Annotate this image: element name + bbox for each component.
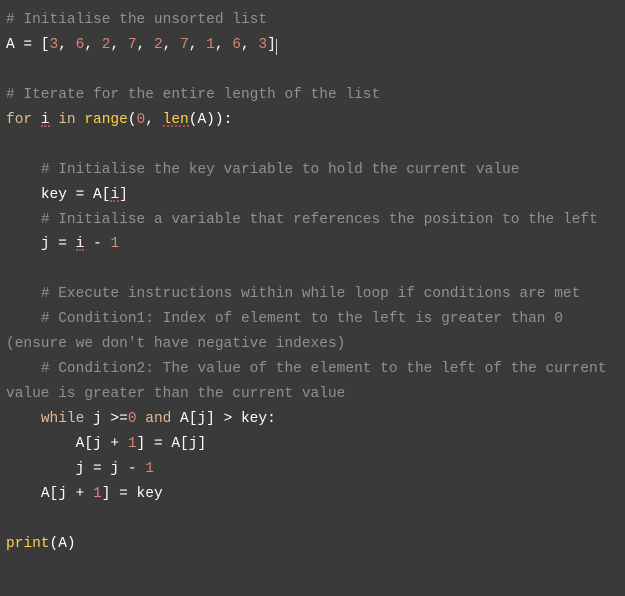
var-i-underlined: i <box>110 187 119 203</box>
code-text: A = [ <box>6 37 50 53</box>
number-literal: 2 <box>154 37 163 53</box>
keyword-while: while <box>41 411 85 427</box>
code-block: # Initialise the unsorted list A = [3, 6… <box>6 8 619 557</box>
builtin-range: range <box>84 112 128 128</box>
code-text: ] <box>119 187 128 203</box>
number-literal: 7 <box>180 37 189 53</box>
keyword-and: and <box>145 411 171 427</box>
code-text <box>137 411 146 427</box>
code-text: A[j + <box>41 486 93 502</box>
number-literal: 0 <box>128 411 137 427</box>
code-text: j = j - <box>76 461 146 477</box>
number-literal: 1 <box>206 37 215 53</box>
number-literal: 1 <box>110 236 119 252</box>
var-i-underlined: i <box>76 236 85 252</box>
number-literal: 1 <box>93 486 102 502</box>
comment-line: # Iterate for the entire length of the l… <box>6 87 380 103</box>
number-literal: 3 <box>258 37 267 53</box>
code-text: - <box>84 236 110 252</box>
var-A: A <box>197 112 206 128</box>
comment-line: # Condition1: Index of element to the le… <box>6 311 572 352</box>
code-text: A[j] > key: <box>171 411 275 427</box>
code-text: j >= <box>84 411 128 427</box>
number-literal: 1 <box>128 436 137 452</box>
comment-line: # Execute instructions within while loop… <box>41 286 581 302</box>
keyword-in: in <box>58 112 75 128</box>
comment-line: # Initialise the key variable to hold th… <box>41 162 520 178</box>
text-cursor <box>276 39 277 55</box>
builtin-len-underlined: len <box>163 112 189 128</box>
number-literal: 1 <box>145 461 154 477</box>
code-text: ] <box>267 37 276 53</box>
comment-line: # Initialise the unsorted list <box>6 12 267 28</box>
comment-line: # Condition2: The value of the element t… <box>6 361 615 402</box>
code-text: ] = key <box>102 486 163 502</box>
number-literal: 3 <box>50 37 59 53</box>
number-literal: 7 <box>128 37 137 53</box>
comment-line: # Initialise a variable that references … <box>41 212 598 228</box>
code-text: ] = A[j] <box>137 436 207 452</box>
var-i-underlined: i <box>41 112 50 128</box>
code-text: j = <box>41 236 76 252</box>
code-text: )): <box>206 112 232 128</box>
keyword-for: for <box>6 112 32 128</box>
code-text: (A) <box>50 536 76 552</box>
code-text: A[j + <box>76 436 128 452</box>
number-literal: 6 <box>232 37 241 53</box>
code-text: key = A[ <box>41 187 111 203</box>
builtin-print: print <box>6 536 50 552</box>
number-literal: 0 <box>137 112 146 128</box>
